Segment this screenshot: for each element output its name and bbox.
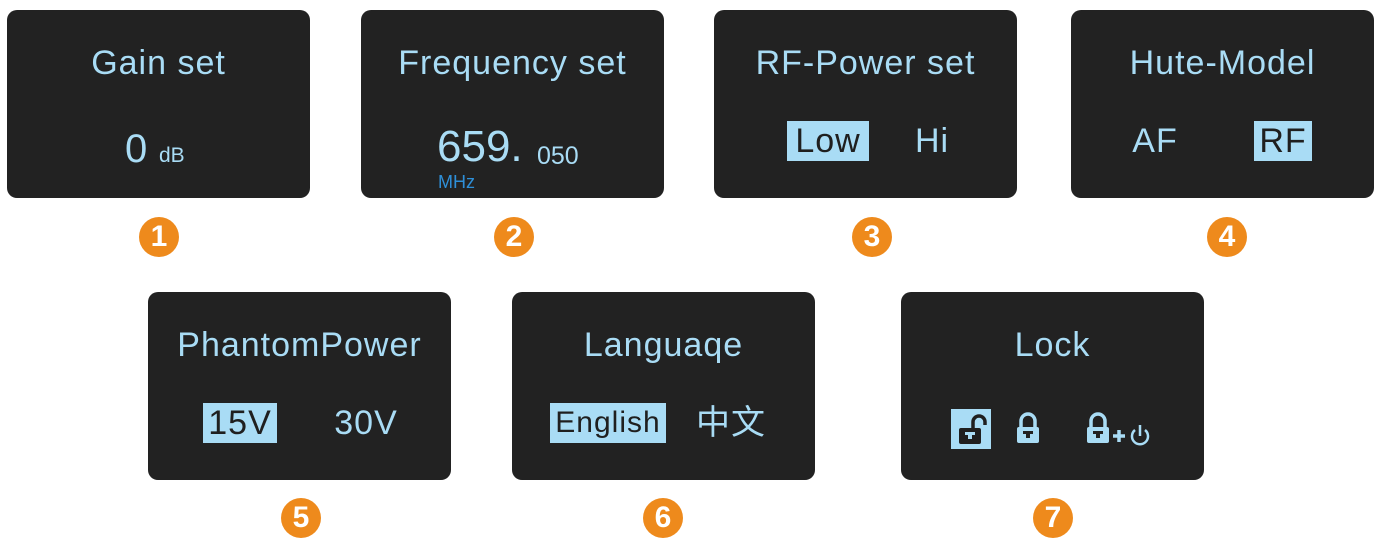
unlock-option[interactable] — [951, 409, 991, 449]
step-badge-4: 4 — [1207, 217, 1247, 257]
rf-power-set-screen: RF-Power set Low Hi — [714, 10, 1017, 198]
screen-title: PhantomPower — [177, 326, 422, 364]
lock-power-option[interactable] — [1083, 409, 1167, 449]
screen-title: Frequency set — [398, 44, 627, 82]
option-af[interactable]: AF — [1129, 121, 1181, 161]
option-15v[interactable]: 15V — [203, 403, 277, 443]
screen-title: Languaqe — [583, 326, 744, 364]
lock-screen: Lock — [901, 292, 1204, 480]
screen-title: RF-Power set — [755, 44, 976, 82]
screen-title: Lock — [1014, 326, 1091, 364]
step-badge-7: 7 — [1033, 498, 1073, 538]
step-badge-5: 5 — [281, 498, 321, 538]
option-30v[interactable]: 30V — [330, 403, 402, 443]
option-hi[interactable]: Hi — [910, 121, 954, 161]
option-rf[interactable]: RF — [1254, 121, 1312, 161]
language-screen: Languaqe English 中文 — [512, 292, 815, 480]
hute-model-screen: Hute-Model AF RF — [1071, 10, 1374, 198]
step-badge-1: 1 — [139, 217, 179, 257]
frequency-set-screen: Frequency set 659. 050 MHz — [361, 10, 664, 198]
gain-set-screen: Gain set 0 dB — [7, 10, 310, 198]
frequency-minor: 050 — [537, 142, 579, 170]
option-low[interactable]: Low — [787, 121, 869, 161]
lock-option[interactable] — [1011, 409, 1045, 449]
lock-icon — [1017, 412, 1039, 443]
unlock-icon — [959, 414, 987, 444]
screen-title: Hute-Model — [1129, 44, 1316, 82]
step-badge-2: 2 — [494, 217, 534, 257]
frequency-major: 659. — [437, 122, 523, 171]
step-badge-6: 6 — [643, 498, 683, 538]
phantom-power-screen: PhantomPower 15V 30V — [148, 292, 451, 480]
option-chinese[interactable]: 中文 — [694, 403, 768, 443]
gain-unit: dB — [159, 144, 185, 167]
screen-title: Gain set — [91, 44, 226, 82]
gain-value: 0 — [125, 127, 148, 171]
option-english[interactable]: English — [550, 403, 666, 443]
frequency-unit: MHz — [438, 172, 475, 192]
lock-power-icon — [1087, 412, 1150, 446]
step-badge-3: 3 — [852, 217, 892, 257]
